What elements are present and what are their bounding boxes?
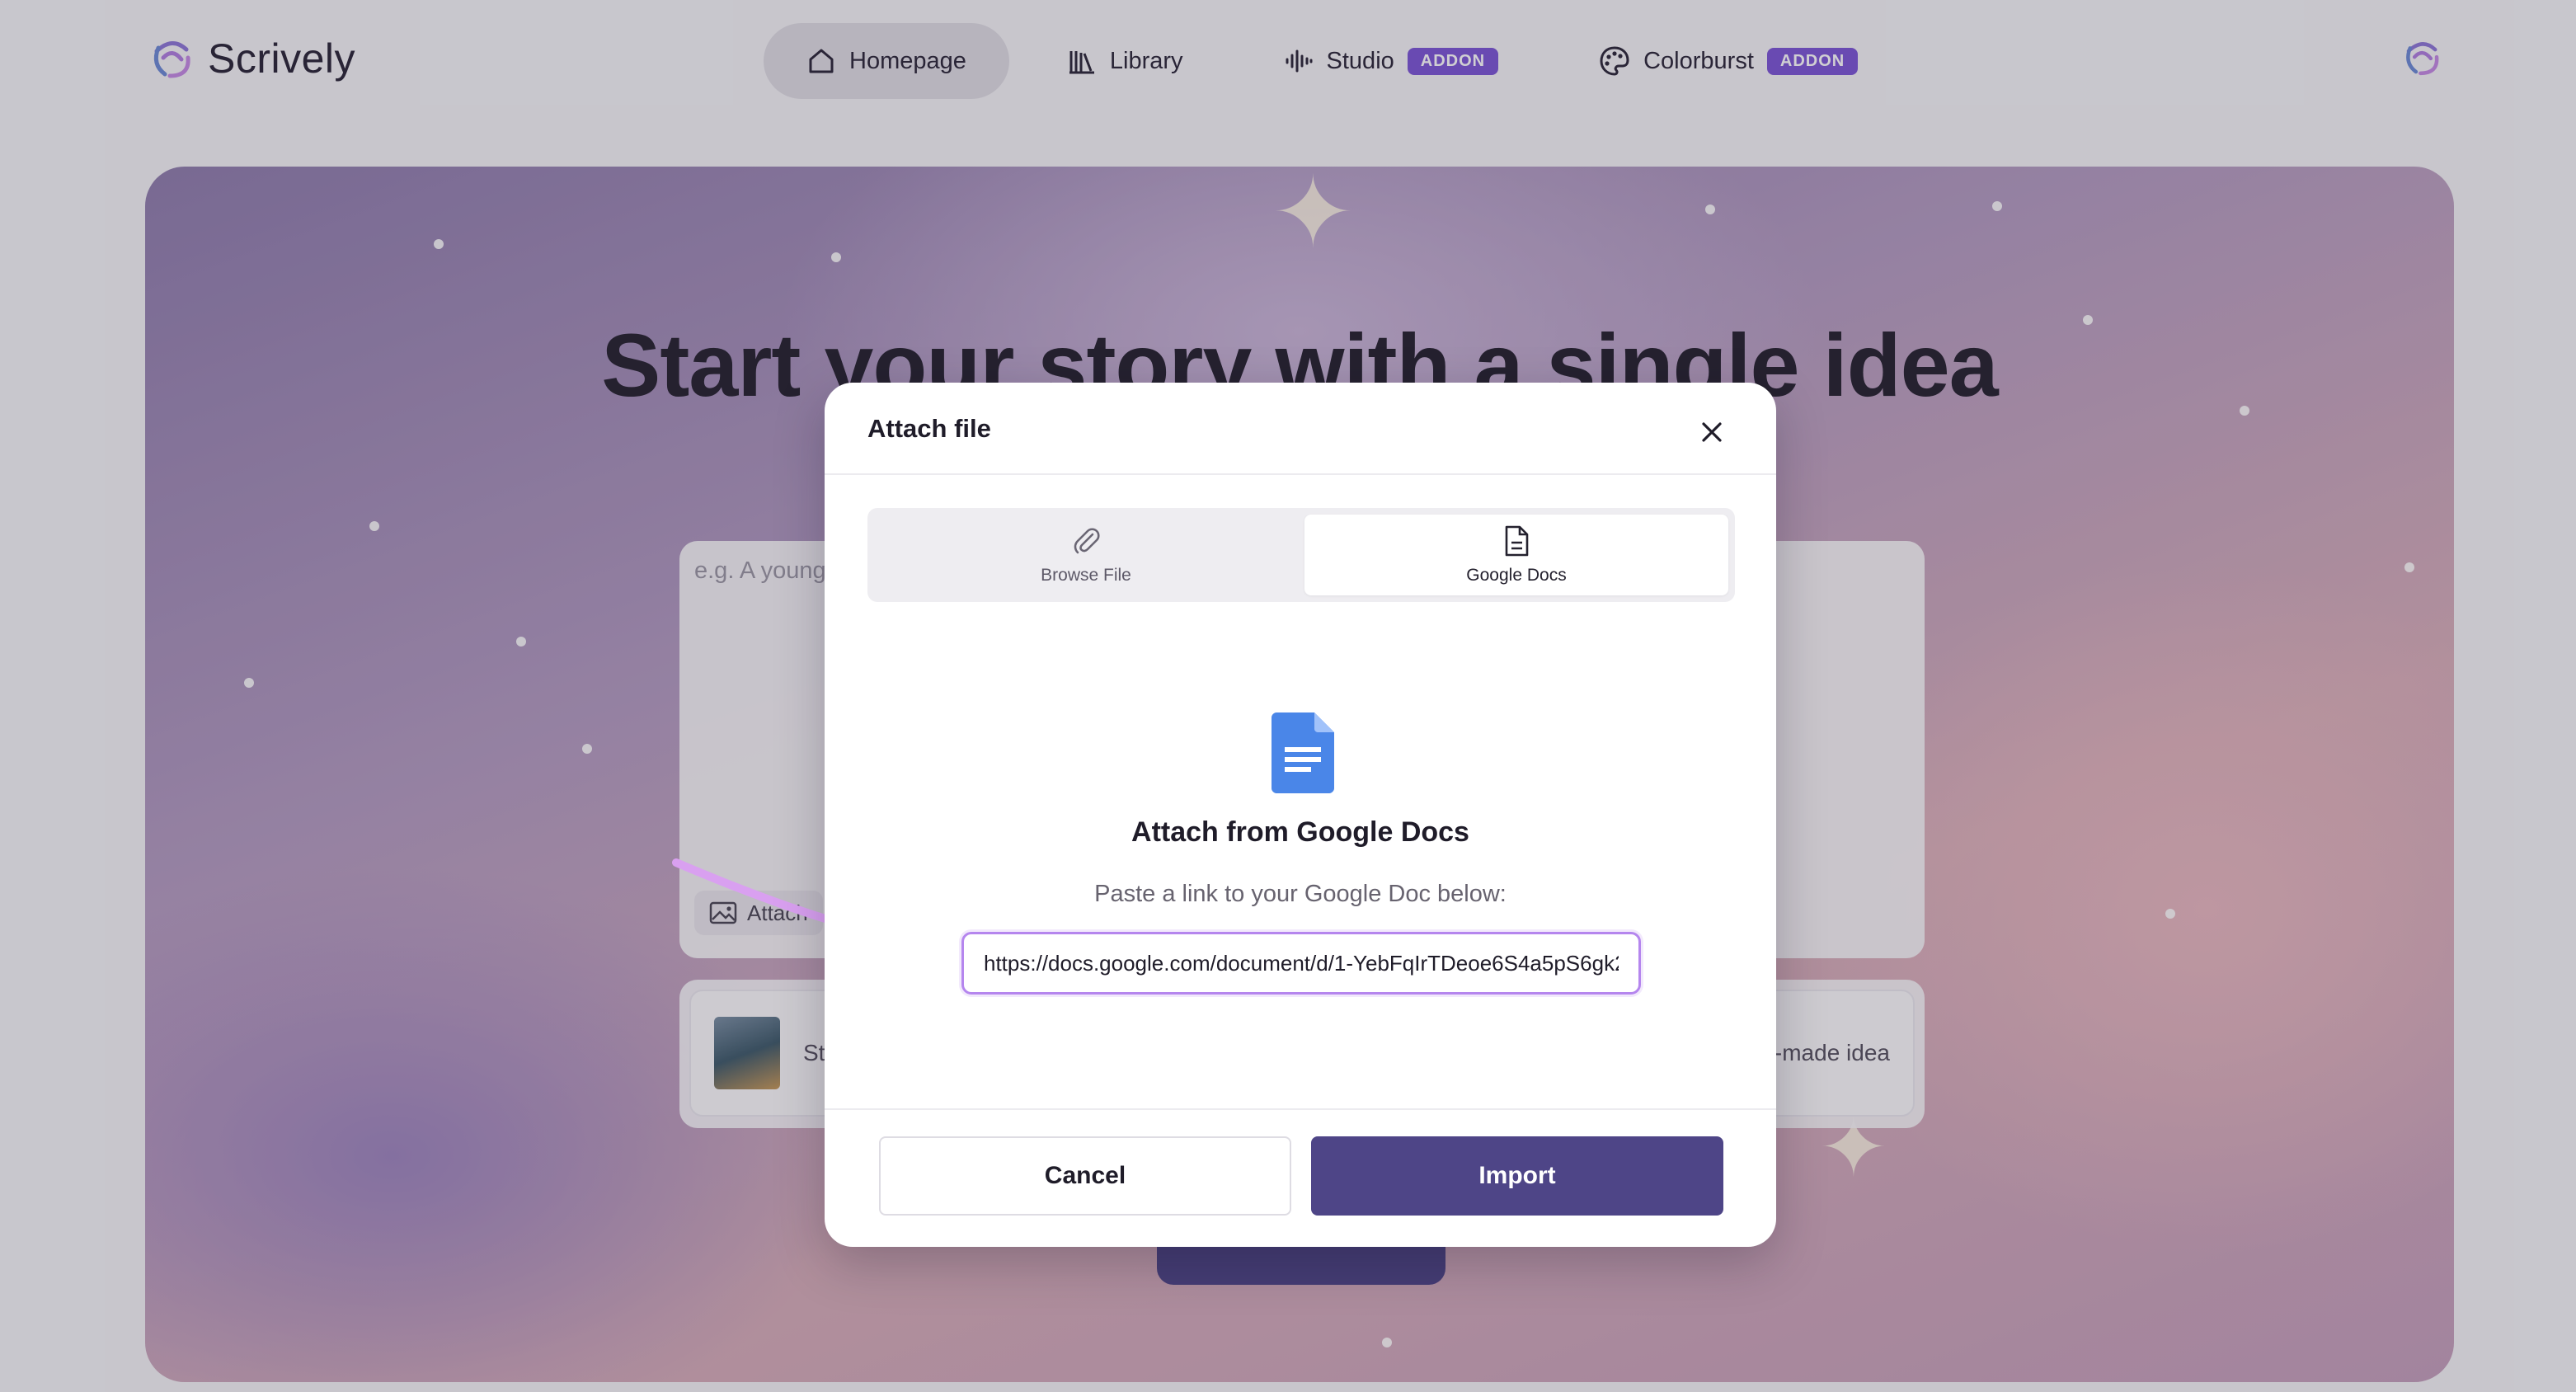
attach-heading: Attach from Google Docs [1131,816,1469,848]
attach-file-modal: Attach file Browse File Google Docs Atta… [825,383,1776,1247]
import-button[interactable]: Import [1311,1136,1723,1216]
google-doc-url-input[interactable] [961,932,1641,995]
attach-instructions: Paste a link to your Google Doc below: [1094,881,1507,907]
document-icon [1505,525,1529,557]
google-docs-icon [1272,712,1334,793]
tab-label: Google Docs [1466,566,1567,585]
modal-footer: Cancel Import [825,1108,1776,1247]
close-button[interactable] [1695,416,1728,449]
paperclip-icon [1074,528,1100,554]
modal-title: Attach file [867,414,991,443]
tab-browse-file[interactable]: Browse File [874,515,1298,595]
close-icon [1702,422,1722,442]
modal-header: Attach file [825,383,1776,475]
cancel-button[interactable]: Cancel [879,1136,1291,1216]
tab-google-docs[interactable]: Google Docs [1304,515,1728,595]
tab-label: Browse File [1041,566,1131,585]
attach-source-tabs: Browse File Google Docs [867,508,1735,602]
